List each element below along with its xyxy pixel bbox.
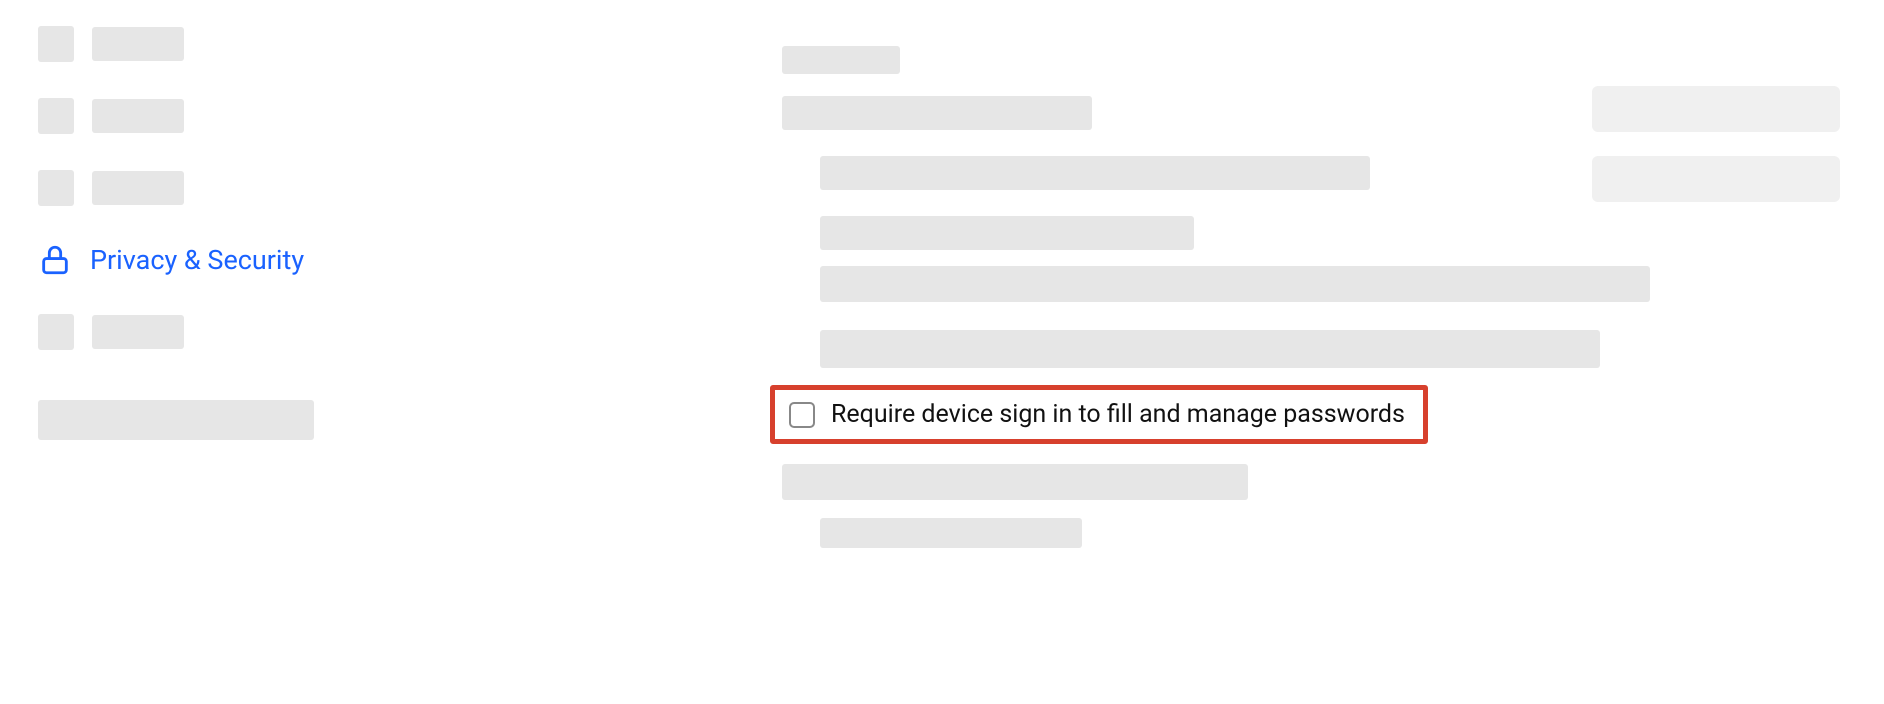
content-placeholder	[820, 518, 1082, 548]
settings-page: Privacy & Security Require device sign i…	[0, 0, 1884, 704]
require-device-signin-label: Require device sign in to fill and manag…	[831, 400, 1405, 429]
sidebar-footer-placeholder	[38, 400, 314, 440]
sidebar-item-placeholder-1[interactable]	[38, 24, 350, 64]
placeholder-icon	[38, 314, 74, 350]
sidebar-item-label: Privacy & Security	[90, 244, 304, 276]
placeholder-label	[92, 27, 184, 61]
action-button-placeholder[interactable]	[1592, 86, 1840, 132]
content-placeholder	[820, 216, 1194, 250]
content-placeholder	[782, 96, 1092, 130]
content-placeholder	[820, 266, 1650, 302]
sidebar: Privacy & Security	[0, 0, 370, 704]
sidebar-item-placeholder-5[interactable]	[38, 312, 350, 352]
placeholder-label	[92, 99, 184, 133]
content-placeholder	[820, 156, 1370, 190]
lock-icon	[38, 243, 72, 277]
placeholder-label	[92, 315, 184, 349]
require-device-signin-checkbox[interactable]	[789, 402, 815, 428]
action-button-placeholder[interactable]	[1592, 156, 1840, 202]
require-device-signin-option: Require device sign in to fill and manag…	[770, 385, 1428, 444]
sidebar-item-placeholder-2[interactable]	[38, 96, 350, 136]
content-placeholder	[782, 46, 900, 74]
action-button-placeholder[interactable]	[1592, 456, 1840, 502]
main-content: Require device sign in to fill and manag…	[370, 0, 1884, 704]
content-placeholder	[782, 464, 1248, 500]
placeholder-icon	[38, 98, 74, 134]
placeholder-icon	[38, 170, 74, 206]
placeholder-icon	[38, 26, 74, 62]
content-placeholder	[820, 330, 1600, 368]
sidebar-item-privacy-security[interactable]: Privacy & Security	[38, 240, 350, 280]
placeholder-label	[92, 171, 184, 205]
sidebar-item-placeholder-3[interactable]	[38, 168, 350, 208]
